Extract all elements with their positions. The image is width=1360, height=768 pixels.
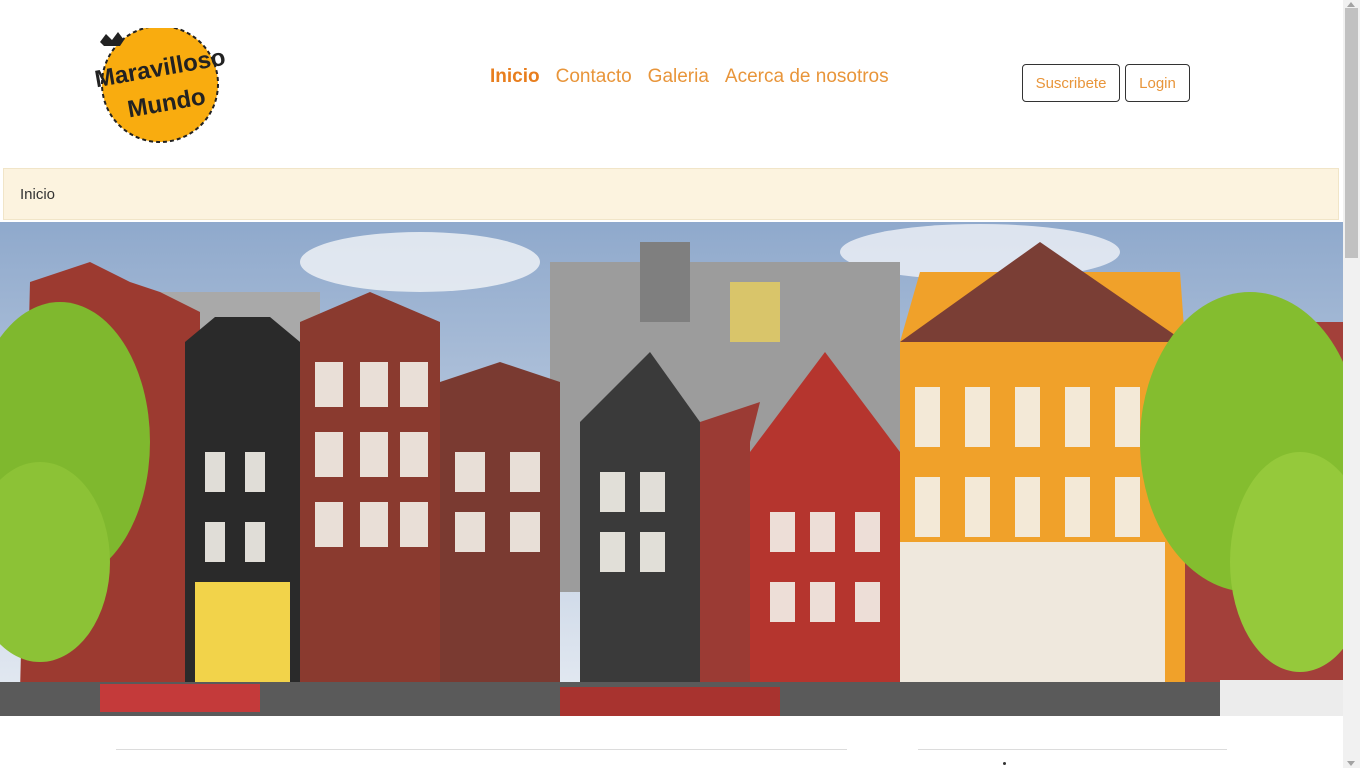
- breadcrumb: Inicio: [3, 168, 1339, 220]
- breadcrumb-current: Inicio: [20, 185, 56, 203]
- nav-item-galeria[interactable]: Galeria: [648, 66, 709, 88]
- nav-item-acerca[interactable]: Acerca de nosotros: [725, 66, 889, 88]
- nav-item-contacto[interactable]: Contacto: [556, 66, 632, 88]
- amsterdam-houses-icon: [0, 222, 1343, 716]
- logo-badge-icon: Maravilloso Mundo: [93, 25, 227, 143]
- hero-image: [0, 222, 1343, 716]
- subscribe-button[interactable]: Suscribete: [1022, 64, 1120, 102]
- section-divider-right: [918, 749, 1227, 750]
- main-nav: Inicio Contacto Galeria Acerca de nosotr…: [490, 66, 889, 88]
- scroll-down-icon[interactable]: [1347, 761, 1355, 766]
- vertical-scrollbar[interactable]: [1343, 0, 1360, 768]
- content-fragment: [1003, 762, 1006, 765]
- page: Maravilloso Mundo Inicio Contacto Galeri…: [0, 0, 1343, 768]
- login-button[interactable]: Login: [1125, 64, 1190, 102]
- scroll-up-icon[interactable]: [1347, 2, 1355, 7]
- nav-item-inicio[interactable]: Inicio: [490, 66, 540, 88]
- section-divider-left: [116, 749, 847, 750]
- scrollbar-thumb[interactable]: [1345, 8, 1358, 258]
- site-logo[interactable]: Maravilloso Mundo: [90, 25, 235, 146]
